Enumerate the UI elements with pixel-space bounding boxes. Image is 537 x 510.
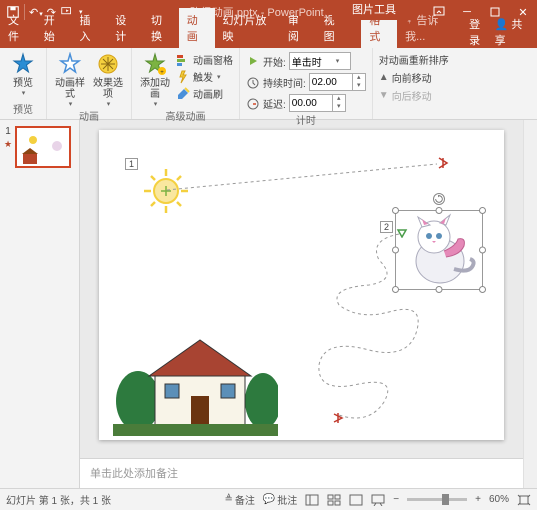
path-end-marker-icon: [437, 156, 449, 170]
play-icon: [246, 54, 260, 68]
slide[interactable]: 1 2: [99, 130, 504, 440]
up-arrow-icon[interactable]: ▴: [333, 95, 345, 103]
down-arrow-icon[interactable]: ▾: [333, 103, 345, 111]
trigger-button[interactable]: 触发▾: [176, 69, 233, 84]
group-label-preview: 预览: [6, 101, 40, 117]
start-dropdown[interactable]: ▾: [289, 52, 351, 70]
animation-star-icon: [58, 52, 82, 76]
workspace: 1 ★ 1 2: [0, 120, 537, 488]
tab-review[interactable]: 审阅: [280, 8, 316, 48]
login-link[interactable]: 登录: [469, 16, 489, 48]
trigger-icon: [176, 70, 190, 84]
start-value-input: [290, 56, 332, 67]
path-end-marker-2-icon: [332, 412, 344, 424]
tab-animations[interactable]: 动画: [179, 8, 215, 48]
start-label: 开始:: [263, 54, 286, 69]
delay-input: [290, 98, 332, 109]
ribbon-tab-bar: 文件 开始 插入 设计 切换 动画 幻灯片放映 审阅 视图 格式 ♀ 告诉我..…: [0, 24, 537, 48]
group-reorder: 对动画重新排序 ▲ 向前移动 ▼ 向后移动: [373, 48, 455, 119]
add-animation-icon: +: [143, 52, 167, 76]
duration-input: [310, 77, 352, 88]
effect-options-icon: [96, 52, 120, 76]
delay-label: 延迟:: [263, 96, 286, 111]
tab-transitions[interactable]: 切换: [143, 8, 179, 48]
move-earlier-button[interactable]: ▲ 向前移动: [379, 70, 449, 85]
thumbnail-preview: [15, 126, 71, 168]
notes-placeholder[interactable]: 单击此处添加备注: [80, 458, 523, 488]
delay-spinner[interactable]: ▴▾: [289, 94, 346, 112]
preview-button[interactable]: 预览 ▾: [6, 50, 40, 97]
up-arrow-icon[interactable]: ▴: [353, 74, 365, 82]
thumbnail-number: 1: [5, 126, 11, 137]
animation-painter-button[interactable]: 动画刷: [176, 86, 233, 101]
add-animation-button[interactable]: + 添加动画 ▾: [138, 50, 172, 108]
animation-pane-button[interactable]: 动画窗格: [176, 52, 233, 67]
tab-slideshow[interactable]: 幻灯片放映: [215, 8, 280, 48]
tab-insert[interactable]: 插入: [72, 8, 108, 48]
animation-pane-icon: [176, 53, 190, 67]
effect-options-button[interactable]: 效果选项 ▾: [91, 50, 125, 108]
painter-icon: [176, 87, 190, 101]
house-image[interactable]: [113, 326, 278, 436]
ribbon: 预览 ▾ 预览 动画样式 ▾ 效果选项 ▾ 动画: [0, 48, 537, 120]
group-timing: 开始: ▾ 持续时间: ▴▾ 延迟:: [240, 48, 373, 119]
reorder-title: 对动画重新排序: [379, 52, 449, 67]
status-bar: 幻灯片 第 1 张，共 1 张 ≜ 备注 💬 批注 − + 60%: [0, 488, 537, 510]
down-triangle-icon: ▼: [379, 90, 389, 101]
animation-tag-1[interactable]: 1: [125, 158, 138, 170]
up-triangle-icon: ▲: [379, 72, 389, 83]
group-advanced-animation: + 添加动画 ▾ 动画窗格 触发▾ 动画刷 高级动画: [132, 48, 240, 119]
animation-styles-button[interactable]: 动画样式 ▾: [53, 50, 87, 108]
down-arrow-icon[interactable]: ▾: [353, 82, 365, 90]
svg-text:+: +: [160, 70, 164, 76]
duration-icon: [246, 75, 260, 89]
preview-star-icon: [11, 52, 35, 76]
slide-canvas-area: 1 2: [80, 120, 523, 488]
tab-design[interactable]: 设计: [107, 8, 143, 48]
move-later-button[interactable]: ▼ 向后移动: [379, 88, 449, 103]
picture-tools-label: 图片工具: [332, 0, 416, 20]
vertical-scrollbar[interactable]: [523, 120, 537, 488]
duration-spinner[interactable]: ▴▾: [309, 73, 366, 91]
share-button[interactable]: 👤 共享: [495, 16, 529, 48]
thumbnail-panel: 1 ★: [0, 120, 80, 488]
delay-icon: [246, 96, 260, 110]
group-animation: 动画样式 ▾ 效果选项 ▾ 动画: [47, 48, 132, 119]
slide-thumbnail-1[interactable]: 1 ★: [4, 126, 75, 168]
animation-indicator-icon: ★: [4, 139, 12, 150]
group-preview: 预览 ▾ 预览: [0, 48, 47, 119]
rotate-handle[interactable]: [433, 193, 445, 205]
duration-label: 持续时间:: [263, 75, 306, 90]
tab-file[interactable]: 文件: [0, 8, 36, 48]
tab-home[interactable]: 开始: [36, 8, 72, 48]
